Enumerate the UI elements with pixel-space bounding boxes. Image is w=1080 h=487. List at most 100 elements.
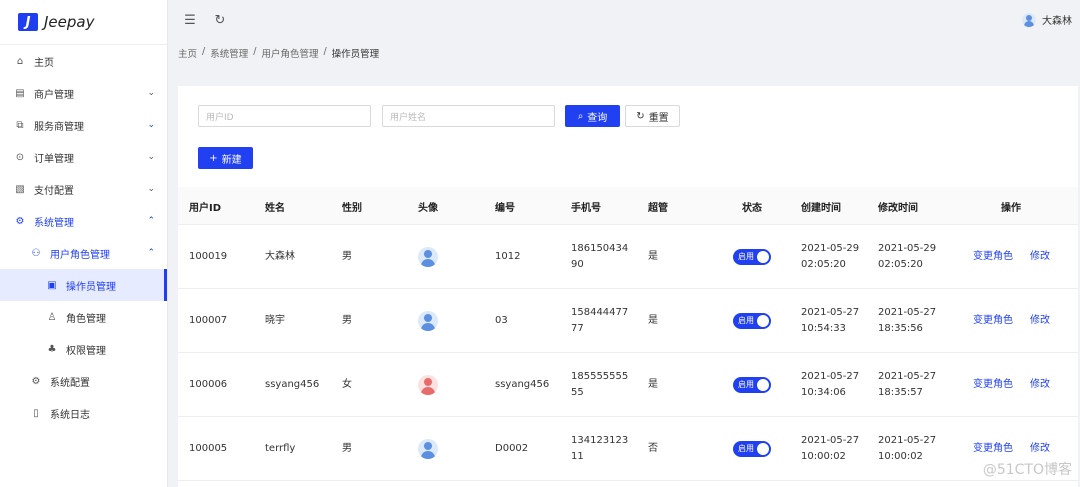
col-phone: 手机号 [571, 202, 601, 214]
sidebar-item-order[interactable]: ⊙ 订单管理 ⌄ [0, 141, 167, 173]
edit-link[interactable]: 修改 [1030, 313, 1050, 329]
cell-created: 2021-05-27 10:54:33 [801, 307, 860, 334]
sidebar-item-permission[interactable]: ♣ 权限管理 [0, 333, 167, 365]
breadcrumb-current: 操作员管理 [331, 49, 380, 60]
cell-admin: 否 [648, 443, 658, 454]
cell-updated: 2021-05-29 02:05:20 [878, 243, 937, 270]
sidebar-item-payconfig[interactable]: ▧ 支付配置 ⌄ [0, 173, 167, 205]
col-actions: 操作 [1001, 202, 1021, 214]
cell-phone: 18555555555 [571, 371, 629, 398]
cell-code: ssyang456 [495, 379, 550, 390]
query-button[interactable]: ⌕ 查询 [565, 105, 620, 127]
breadcrumb: 主页 / 系统管理 / 用户角色管理 / 操作员管理 [178, 46, 380, 60]
col-code: 编号 [495, 202, 515, 214]
cell-phone: 18615043490 [571, 243, 629, 270]
cell-code: 03 [495, 315, 508, 326]
config-icon: ▧ [15, 183, 25, 195]
user-menu[interactable]: 大森林 [1022, 12, 1072, 27]
sidebar-item-label: 系统配置 [50, 377, 90, 389]
cell-created: 2021-05-27 10:34:06 [801, 371, 860, 398]
sidebar-item-label: 支付配置 [34, 185, 74, 197]
sidebar-item-label: 操作员管理 [66, 281, 116, 293]
table-row: 100019 大森林 男 1012 18615043490 是 启用 2021-… [178, 225, 1078, 289]
change-role-link[interactable]: 变更角色 [973, 313, 1013, 329]
refresh-icon[interactable]: ↻ [212, 12, 228, 28]
avatar [1022, 12, 1036, 27]
change-role-link[interactable]: 变更角色 [973, 441, 1013, 457]
top-header: ☰ ↻ 大森林 [168, 0, 1080, 40]
cell-gender: 男 [342, 315, 352, 326]
main-card: 用户ID 用户姓名 ⌕ 查询 ↻ 重置 + 新建 用户ID 姓名 性别 头像 编… [178, 86, 1078, 487]
logo[interactable]: J Jeepay [0, 0, 167, 44]
cell-admin: 是 [648, 379, 658, 390]
status-switch[interactable]: 启用 [733, 313, 771, 329]
sidebar-item-merchant[interactable]: ▤ 商户管理 ⌄ [0, 77, 167, 109]
copy-icon: ⧉ [16, 119, 24, 131]
sidebar-item-label: 系统日志 [50, 409, 90, 421]
store-icon: ▤ [15, 87, 25, 99]
sidebar-item-label: 权限管理 [66, 345, 106, 357]
sidebar-item-provider[interactable]: ⧉ 服务商管理 ⌄ [0, 109, 167, 141]
table-row: 100005 terrfly 男 D0002 13412312311 否 启用 … [178, 417, 1078, 481]
chevron-down-icon: ⌄ [147, 184, 155, 194]
col-created: 创建时间 [801, 202, 841, 214]
reset-button[interactable]: ↻ 重置 [625, 105, 680, 127]
edit-link[interactable]: 修改 [1030, 441, 1050, 457]
chevron-down-icon: ⌄ [147, 120, 155, 130]
cell-created: 2021-05-29 02:05:20 [801, 243, 860, 270]
col-gender: 性别 [342, 202, 362, 214]
chevron-up-icon: ⌃ [147, 248, 155, 258]
cell-id: 100007 [189, 315, 228, 326]
col-admin: 超管 [648, 202, 668, 214]
cell-updated: 2021-05-27 18:35:56 [878, 307, 937, 334]
chevron-down-icon: ⌄ [147, 152, 155, 162]
cell-name: ssyang456 [265, 379, 320, 390]
cell-created: 2021-05-27 10:00:02 [801, 435, 860, 462]
cell-code: 1012 [495, 251, 521, 262]
sidebar-item-role[interactable]: ♙ 角色管理 [0, 301, 167, 333]
sidebar-item-label: 主页 [34, 57, 54, 69]
file-icon: ▯ [33, 407, 39, 419]
sidebar-item-operator[interactable]: ▣ 操作员管理 [0, 269, 167, 301]
cell-gender: 男 [342, 251, 352, 262]
sidebar-item-sysconfig[interactable]: ⚙ 系统配置 [0, 365, 167, 397]
menu-fold-icon[interactable]: ☰ [182, 12, 198, 28]
cell-avatar [418, 353, 438, 417]
cell-phone: 13412312311 [571, 435, 629, 462]
edit-link[interactable]: 修改 [1030, 377, 1050, 393]
sidebar-item-user-role[interactable]: ⚇ 用户角色管理 ⌃ [0, 237, 167, 269]
change-role-link[interactable]: 变更角色 [973, 377, 1013, 393]
change-role-link[interactable]: 变更角色 [973, 249, 1013, 265]
cell-gender: 女 [342, 379, 352, 390]
col-name: 姓名 [265, 202, 285, 214]
sidebar-item-home[interactable]: ⌂ 主页 [0, 45, 167, 77]
cell-avatar [418, 289, 438, 353]
cell-updated: 2021-05-27 18:35:57 [878, 371, 937, 398]
user-name-input[interactable]: 用户姓名 [382, 105, 555, 127]
status-switch[interactable]: 启用 [733, 441, 771, 457]
edit-link[interactable]: 修改 [1030, 249, 1050, 265]
status-switch[interactable]: 启用 [733, 377, 771, 393]
user-id-input[interactable]: 用户ID [198, 105, 371, 127]
sidebar-item-system[interactable]: ⚙ 系统管理 ⌃ [0, 205, 167, 237]
cell-phone: 15844447777 [571, 307, 629, 334]
chevron-down-icon: ⌄ [147, 88, 155, 98]
search-icon: ⌕ [577, 110, 584, 122]
breadcrumb-user-role[interactable]: 用户角色管理 [261, 46, 318, 60]
cell-updated: 2021-05-27 10:00:02 [878, 435, 937, 462]
avatar [418, 439, 438, 459]
cell-avatar [418, 225, 438, 289]
tree-icon: ♣ [47, 343, 57, 355]
gear-icon: ⚙ [31, 375, 41, 387]
reload-icon: ↻ [636, 110, 645, 122]
status-switch[interactable]: 启用 [733, 249, 771, 265]
cell-name: 晓宇 [265, 315, 285, 326]
gear-icon: ⚙ [15, 215, 25, 227]
create-button[interactable]: + 新建 [198, 147, 253, 169]
breadcrumb-system[interactable]: 系统管理 [210, 46, 248, 60]
sidebar-item-syslog[interactable]: ▯ 系统日志 [0, 397, 167, 429]
cell-avatar [418, 417, 438, 481]
user-icon: ♙ [47, 311, 57, 323]
chevron-up-icon: ⌃ [147, 216, 155, 226]
breadcrumb-home[interactable]: 主页 [178, 46, 197, 60]
